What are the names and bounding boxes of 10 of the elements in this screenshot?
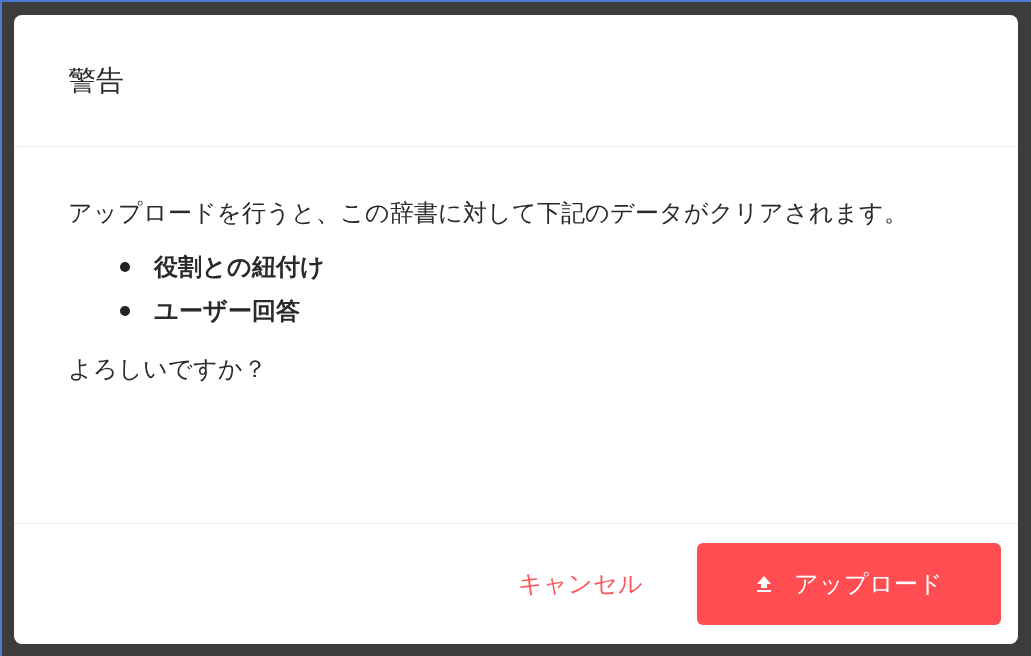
bullet-icon [120, 306, 130, 316]
question-text: よろしいですか？ [68, 354, 268, 385]
message-text: アップロードを行うと、この辞書に対して下記のデータがクリアされます。 [68, 198, 909, 229]
bullet-icon [120, 262, 130, 272]
dialog-title: 警告 [68, 62, 124, 99]
upload-icon [755, 575, 772, 593]
list-item: ユーザー回答 [154, 296, 300, 327]
upload-button[interactable]: アップロード [697, 543, 1001, 625]
cancel-button[interactable]: キャンセル [494, 558, 667, 610]
list-item: 役割との紐付け [154, 252, 325, 283]
